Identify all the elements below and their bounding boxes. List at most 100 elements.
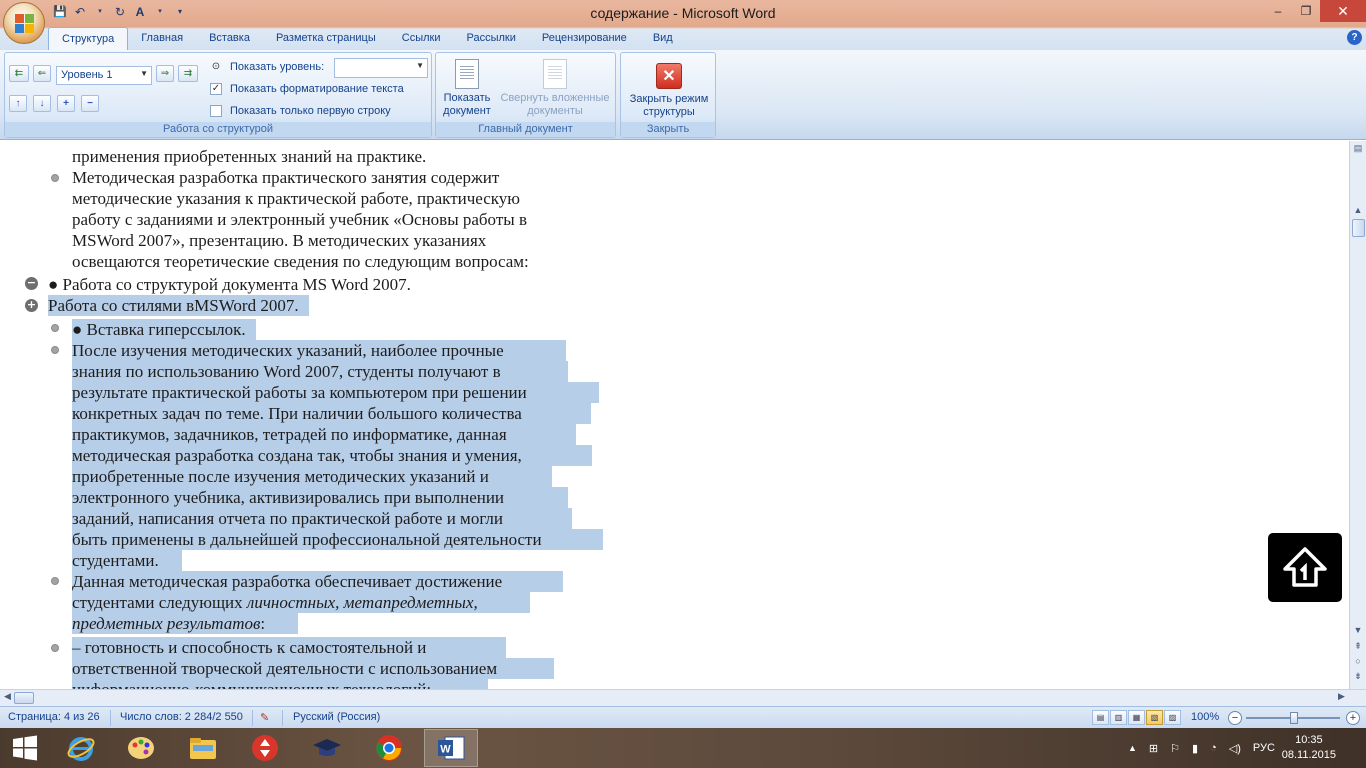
show-first-line-option[interactable]: Показать только первую строку bbox=[210, 103, 391, 119]
text-line: конкретных задач по теме. При наличии бо… bbox=[72, 403, 591, 424]
horizontal-scrollbar[interactable]: ◀ ▶ bbox=[0, 689, 1366, 706]
scroll-left-icon[interactable]: ◀ bbox=[4, 691, 11, 702]
expand-heading-icon[interactable]: + bbox=[25, 299, 38, 312]
internet-explorer-icon bbox=[67, 737, 95, 761]
previous-page-icon[interactable]: ⇞ bbox=[1350, 641, 1366, 652]
document-area[interactable]: применения приобретенных знаний на практ… bbox=[0, 141, 1349, 689]
network-icon[interactable]: ⊞ bbox=[1149, 742, 1158, 755]
tab-references[interactable]: Ссылки bbox=[389, 27, 454, 50]
taskbar-ie[interactable] bbox=[54, 729, 108, 767]
office-button[interactable] bbox=[3, 2, 45, 44]
tab-home[interactable]: Главная bbox=[128, 27, 196, 50]
maximize-button[interactable]: ❐ bbox=[1292, 0, 1320, 22]
volume-icon[interactable]: ◁) bbox=[1229, 742, 1241, 755]
divider bbox=[282, 710, 283, 726]
taskbar-app-red[interactable] bbox=[238, 729, 292, 767]
taskbar-paint[interactable] bbox=[114, 729, 168, 767]
flag-icon[interactable]: ⚐ bbox=[1170, 742, 1180, 755]
scroll-thumb[interactable] bbox=[14, 692, 34, 704]
collapse-heading-icon[interactable]: − bbox=[25, 277, 38, 290]
help-icon[interactable]: ? bbox=[1347, 30, 1362, 45]
group-label: Закрыть bbox=[621, 122, 715, 137]
next-page-icon[interactable]: ⇟ bbox=[1350, 671, 1366, 682]
show-hidden-icons-icon[interactable]: ▲ bbox=[1128, 743, 1137, 753]
scroll-down-icon[interactable]: ▼ bbox=[1350, 625, 1366, 635]
word-count[interactable]: Число слов: 2 284/2 550 bbox=[120, 711, 243, 723]
demote-to-body-text-button[interactable]: ⇉ bbox=[178, 65, 198, 82]
tab-review[interactable]: Рецензирование bbox=[529, 27, 640, 50]
text-line: методические указания к практической раб… bbox=[72, 189, 521, 208]
outline-level-select[interactable]: Уровень 1 ▼ bbox=[56, 66, 152, 85]
floating-overlay-button[interactable] bbox=[1268, 533, 1342, 602]
scroll-right-icon[interactable]: ▶ bbox=[1338, 691, 1345, 702]
move-down-button[interactable]: ↓ bbox=[33, 95, 51, 112]
text-line: ответственной творческой деятельности с … bbox=[72, 658, 554, 679]
show-level-select[interactable]: ▼ bbox=[334, 58, 428, 78]
text-line: освещаются теоретические сведения по сле… bbox=[72, 252, 529, 271]
collapse-button[interactable]: − bbox=[81, 95, 99, 112]
full-screen-reading-view-button[interactable]: ▥ bbox=[1110, 710, 1127, 725]
body-text-bullet-icon[interactable] bbox=[51, 324, 59, 332]
clock-date: 08.11.2015 bbox=[1281, 749, 1336, 761]
zoom-slider-knob[interactable] bbox=[1290, 712, 1298, 724]
body-text-bullet-icon[interactable] bbox=[51, 346, 59, 354]
tab-outline[interactable]: Структура bbox=[48, 27, 129, 50]
taskbar-word[interactable]: W bbox=[424, 729, 478, 767]
page-indicator[interactable]: Страница: 4 из 26 bbox=[8, 711, 100, 723]
heading-line: ● Работа со структурой документа MS Word… bbox=[48, 275, 411, 294]
tab-mailings[interactable]: Рассылки bbox=[453, 27, 528, 50]
zoom-level[interactable]: 100% bbox=[1191, 711, 1219, 723]
ruler-toggle-icon[interactable]: ▤ bbox=[1350, 143, 1366, 154]
print-layout-view-button[interactable]: ▤ bbox=[1092, 710, 1109, 725]
outline-view-button[interactable]: ▧ bbox=[1146, 710, 1163, 725]
tab-insert[interactable]: Вставка bbox=[196, 27, 263, 50]
system-tray: ▲ ⊞ ⚐ ▮ ◔ ◁) РУС bbox=[1128, 728, 1275, 768]
chevron-down-icon: ▼ bbox=[416, 61, 424, 70]
minimize-button[interactable]: – bbox=[1264, 0, 1292, 22]
show-first-line-checkbox[interactable] bbox=[210, 105, 222, 117]
text-line: Данная методическая разработка обеспечив… bbox=[72, 571, 563, 592]
body-text-bullet-icon[interactable] bbox=[51, 174, 59, 182]
show-formatting-option[interactable]: ✓ Показать форматирование текста bbox=[210, 81, 404, 97]
vertical-scrollbar[interactable]: ▤ ▲ ▼ ⇞ ○ ⇟ bbox=[1349, 141, 1366, 689]
scroll-up-icon[interactable]: ▲ bbox=[1350, 205, 1366, 215]
upload-arrow-icon bbox=[1283, 547, 1327, 587]
close-button[interactable]: ✕ bbox=[1320, 0, 1366, 22]
taskbar-chrome[interactable] bbox=[362, 729, 416, 767]
spelling-status-icon[interactable]: ✎ bbox=[260, 711, 269, 724]
start-button[interactable] bbox=[0, 729, 50, 767]
taskbar-app-hat[interactable] bbox=[300, 729, 354, 767]
show-first-line-label: Показать только первую строку bbox=[230, 105, 391, 117]
zoom-out-icon[interactable]: − bbox=[1228, 711, 1242, 725]
group-label: Работа со структурой bbox=[5, 122, 431, 137]
promote-button[interactable]: ⇐ bbox=[33, 65, 51, 82]
move-up-button[interactable]: ↑ bbox=[9, 95, 27, 112]
show-level-icon: ⊙ bbox=[211, 61, 221, 72]
battery-icon[interactable]: ▮ bbox=[1192, 742, 1198, 755]
taskbar-explorer[interactable] bbox=[176, 729, 230, 767]
zoom-in-icon[interactable]: + bbox=[1346, 711, 1360, 725]
text-line: MSWord 2007», презентацию. В методически… bbox=[72, 231, 487, 250]
draft-view-button[interactable]: ▨ bbox=[1164, 710, 1181, 725]
web-layout-view-button[interactable]: ▦ bbox=[1128, 710, 1145, 725]
body-text-bullet-icon[interactable] bbox=[51, 644, 59, 652]
body-text-bullet-icon[interactable] bbox=[51, 577, 59, 585]
show-formatting-checkbox[interactable]: ✓ bbox=[210, 83, 222, 95]
wifi-icon[interactable]: ◔ bbox=[1210, 742, 1217, 754]
browse-object-icon[interactable]: ○ bbox=[1350, 656, 1366, 666]
close-outline-view-button[interactable]: ✕ Закрыть режим структуры bbox=[623, 57, 715, 119]
text-line: После изучения методических указаний, на… bbox=[72, 340, 566, 361]
show-level-option: ⊙ Показать уровень: bbox=[210, 59, 324, 75]
promote-to-heading-1-button[interactable]: ⇇ bbox=[9, 65, 29, 82]
language-indicator[interactable]: Русский (Россия) bbox=[293, 711, 380, 723]
tab-page-layout[interactable]: Разметка страницы bbox=[263, 27, 389, 50]
italic-text-run: личностных, метапредметных, bbox=[246, 593, 478, 612]
collapse-subdocuments-button[interactable]: Свернуть вложенные документы bbox=[496, 57, 614, 118]
taskbar-clock[interactable]: 10:35 08.11.2015 bbox=[1282, 733, 1336, 763]
tab-view[interactable]: Вид bbox=[640, 27, 686, 50]
scroll-thumb[interactable] bbox=[1352, 219, 1365, 237]
demote-button[interactable]: ⇒ bbox=[156, 65, 174, 82]
language-indicator[interactable]: РУС bbox=[1253, 742, 1275, 754]
expand-button[interactable]: + bbox=[57, 95, 75, 112]
show-document-button[interactable]: Показать документ bbox=[438, 57, 496, 118]
